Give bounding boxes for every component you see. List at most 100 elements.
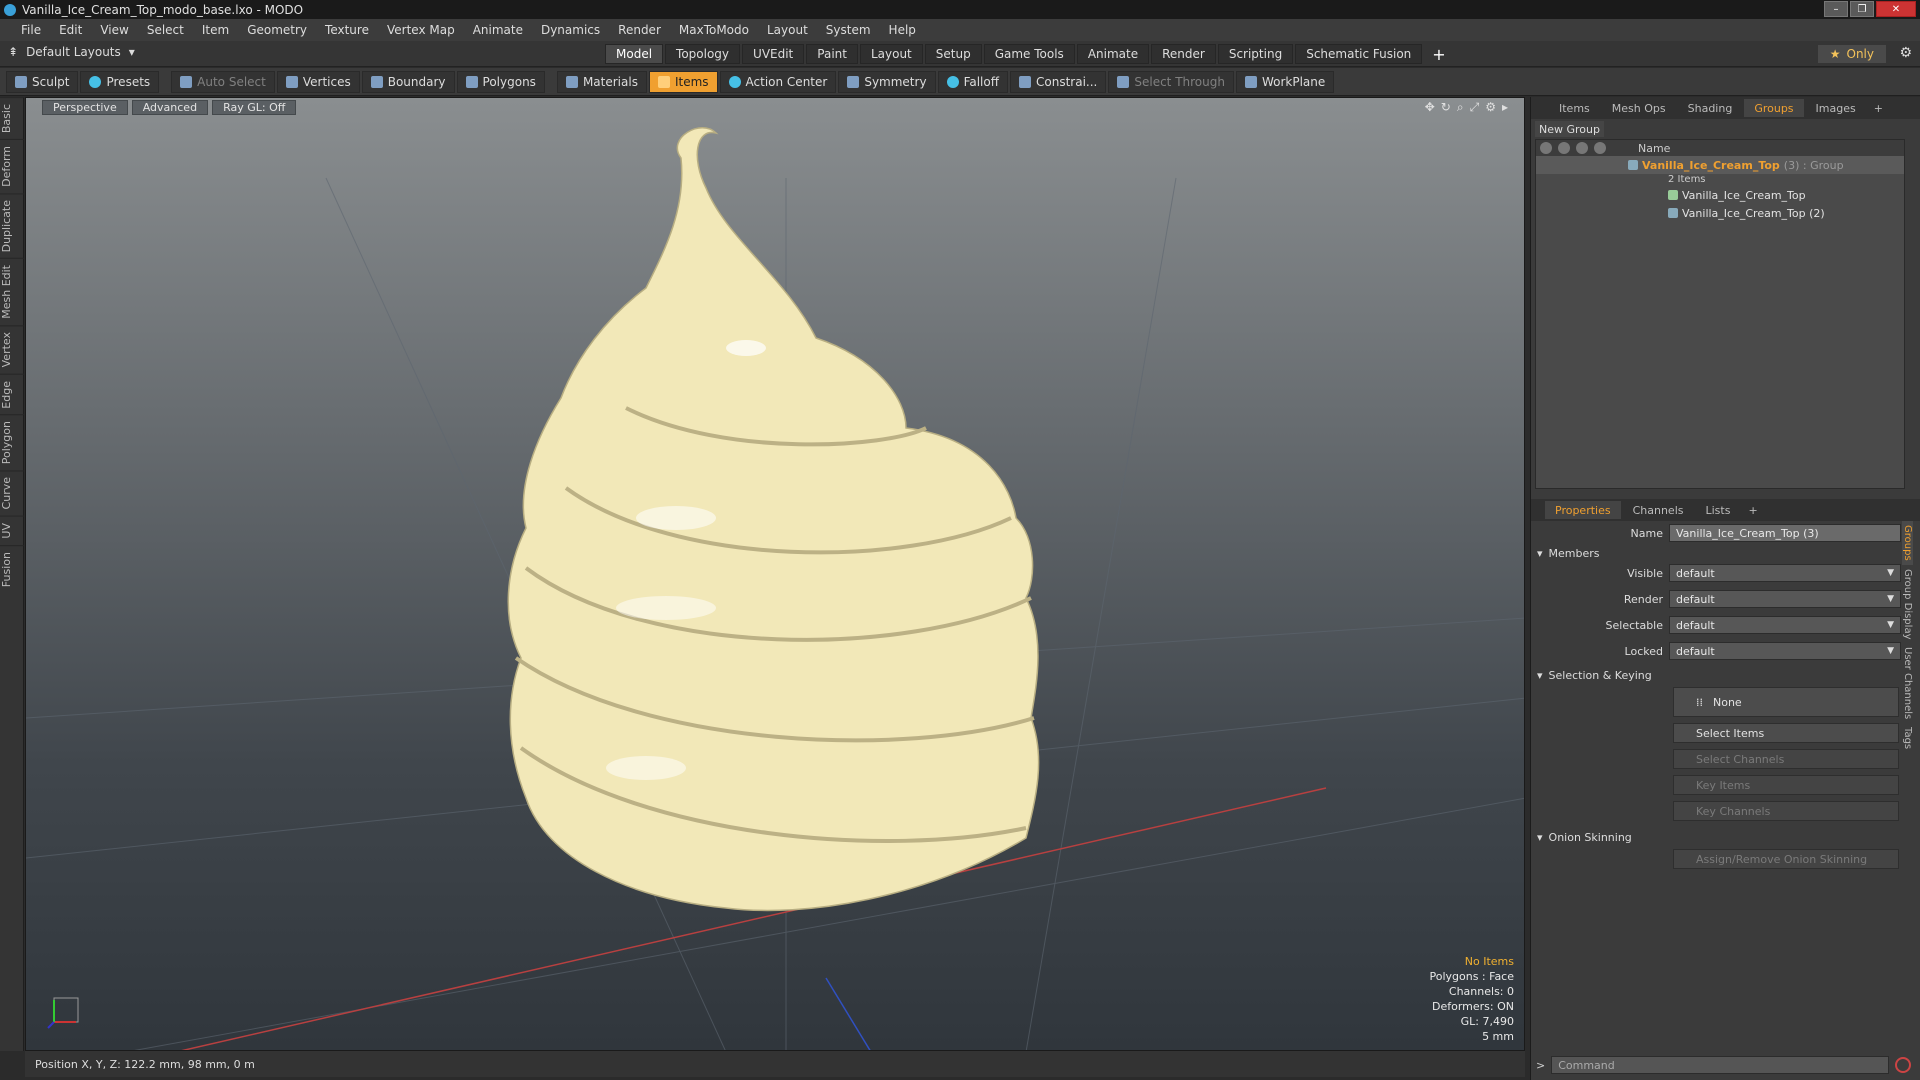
viewport-gear-icon[interactable]: ⚙ xyxy=(1485,100,1496,115)
tab-model[interactable]: Model xyxy=(605,44,664,64)
record-icon[interactable] xyxy=(1895,1057,1912,1073)
selectable-select[interactable]: default ▼ xyxy=(1669,616,1901,634)
sculpt-button[interactable]: Sculpt xyxy=(6,70,79,93)
symmetry-button[interactable]: Symmetry xyxy=(838,70,936,93)
add-tab-icon[interactable]: + xyxy=(1424,44,1453,64)
menu-animate[interactable]: Animate xyxy=(464,23,532,37)
list-item[interactable]: Vanilla_Ice_Cream_Top (2) xyxy=(1536,204,1904,222)
vtab-mesh-edit[interactable]: Mesh Edit xyxy=(0,258,24,326)
visibility-eye-icon[interactable] xyxy=(1540,142,1552,154)
expand-arrow-icon[interactable]: ▸ xyxy=(1502,100,1508,115)
menu-edit[interactable]: Edit xyxy=(50,23,91,37)
menu-system[interactable]: System xyxy=(817,23,880,37)
vtab-vertex[interactable]: Vertex xyxy=(0,325,24,374)
selection-keying-section[interactable]: ▾ Selection & Keying xyxy=(1537,667,1907,683)
add-properties-tab-icon[interactable]: + xyxy=(1742,504,1763,517)
menu-maxtomodo[interactable]: MaxToModo xyxy=(670,23,758,37)
menu-dynamics[interactable]: Dynamics xyxy=(532,23,609,37)
tab-mesh-ops[interactable]: Mesh Ops xyxy=(1602,99,1676,117)
tab-paint[interactable]: Paint xyxy=(806,44,858,64)
tab-schematic-fusion[interactable]: Schematic Fusion xyxy=(1295,44,1423,64)
vtab-edge[interactable]: Edge xyxy=(0,373,24,415)
action-center-button[interactable]: Action Center xyxy=(719,70,837,93)
boundary-button[interactable]: Boundary xyxy=(361,70,455,93)
group-row[interactable]: Vanilla_Ice_Cream_Top (3) : Group xyxy=(1536,156,1904,174)
tab-scripting[interactable]: Scripting xyxy=(1217,44,1294,64)
presets-button[interactable]: Presets xyxy=(80,70,160,93)
3d-viewport[interactable]: Perspective Advanced Ray GL: Off ✥ ↻ ⌕ ⤢… xyxy=(25,97,1525,1051)
layouts-dropdown[interactable]: ⇞ Default Layouts ▾ xyxy=(8,45,135,59)
minimize-icon[interactable]: – xyxy=(1824,1,1848,17)
tab-items[interactable]: Items xyxy=(1549,99,1600,117)
vtab-deform[interactable]: Deform xyxy=(0,139,24,194)
workplane-button[interactable]: WorkPlane xyxy=(1235,70,1335,93)
render-icon[interactable] xyxy=(1558,142,1570,154)
close-icon[interactable]: ✕ xyxy=(1876,1,1916,17)
add-panel-tab-icon[interactable]: + xyxy=(1868,102,1889,115)
restore-icon[interactable]: ❐ xyxy=(1850,1,1874,17)
visible-select[interactable]: default ▼ xyxy=(1669,564,1901,582)
key-channels-button[interactable]: Key Channels xyxy=(1673,801,1899,821)
falloff-button[interactable]: Falloff xyxy=(937,70,1008,93)
menu-vertex-map[interactable]: Vertex Map xyxy=(378,23,464,37)
polygons-button[interactable]: Polygons xyxy=(456,70,545,93)
tab-render[interactable]: Render xyxy=(1151,44,1216,64)
menu-help[interactable]: Help xyxy=(880,23,925,37)
new-group-button[interactable]: New Group xyxy=(1535,121,1604,137)
tab-game-tools[interactable]: Game Tools xyxy=(983,44,1075,64)
tab-groups[interactable]: Groups xyxy=(1744,99,1804,117)
vtab-uv[interactable]: UV xyxy=(0,515,24,545)
assign-onion-skinning-button[interactable]: Assign/Remove Onion Skinning xyxy=(1673,849,1899,869)
vtab-user-channels[interactable]: User Channels xyxy=(1902,643,1913,723)
vtab-group-display[interactable]: Group Display xyxy=(1902,565,1913,643)
select-through-button[interactable]: Select Through xyxy=(1108,70,1234,93)
fit-view-icon[interactable]: ⤢ xyxy=(1470,100,1480,115)
vertices-button[interactable]: Vertices xyxy=(276,70,360,93)
key-items-button[interactable]: Key Items xyxy=(1673,775,1899,795)
lock-icon[interactable] xyxy=(1576,142,1588,154)
locked-select[interactable]: default ▼ xyxy=(1669,642,1901,660)
menu-geometry[interactable]: Geometry xyxy=(238,23,316,37)
tab-properties[interactable]: Properties xyxy=(1545,501,1621,519)
raygl-button[interactable]: Ray GL: Off xyxy=(212,99,297,115)
constrain-button[interactable]: Constrai... xyxy=(1010,70,1107,93)
menu-layout[interactable]: Layout xyxy=(758,23,817,37)
onion-skinning-section[interactable]: ▾ Onion Skinning xyxy=(1537,829,1907,845)
menu-file[interactable]: File xyxy=(12,23,50,37)
tab-lists[interactable]: Lists xyxy=(1696,501,1741,519)
vtab-curve[interactable]: Curve xyxy=(0,470,24,516)
gear-icon[interactable]: ⚙ xyxy=(1899,45,1912,61)
only-button[interactable]: ★ Only xyxy=(1817,45,1886,63)
menu-texture[interactable]: Texture xyxy=(316,23,378,37)
select-channels-button[interactable]: Select Channels xyxy=(1673,749,1899,769)
rotate-view-icon[interactable]: ↻ xyxy=(1441,100,1451,115)
zoom-view-icon[interactable]: ⌕ xyxy=(1457,100,1464,115)
menu-render[interactable]: Render xyxy=(609,23,670,37)
list-item[interactable]: Vanilla_Ice_Cream_Top xyxy=(1536,186,1904,204)
tab-uvedit[interactable]: UVEdit xyxy=(742,44,805,64)
menu-view[interactable]: View xyxy=(91,23,137,37)
vtab-tags[interactable]: Tags xyxy=(1902,723,1913,753)
items-button[interactable]: Items xyxy=(648,70,718,93)
tab-shading[interactable]: Shading xyxy=(1678,99,1743,117)
tab-images[interactable]: Images xyxy=(1806,99,1866,117)
vtab-fusion[interactable]: Fusion xyxy=(0,544,24,593)
vtab-groups[interactable]: Groups xyxy=(1902,521,1913,565)
command-input[interactable]: Command xyxy=(1551,1056,1890,1074)
members-section[interactable]: ▾ Members xyxy=(1537,545,1907,561)
tab-channels[interactable]: Channels xyxy=(1623,501,1694,519)
advanced-button[interactable]: Advanced xyxy=(131,99,209,115)
menu-select[interactable]: Select xyxy=(138,23,193,37)
select-items-button[interactable]: Select Items xyxy=(1673,723,1899,743)
auto-select-button[interactable]: Auto Select xyxy=(171,70,275,93)
perspective-button[interactable]: Perspective xyxy=(42,99,128,115)
none-button[interactable]: ⁞⁞ None xyxy=(1673,687,1899,717)
menu-item[interactable]: Item xyxy=(193,23,238,37)
vtab-basic[interactable]: Basic xyxy=(0,97,24,140)
vtab-polygon[interactable]: Polygon xyxy=(0,414,24,471)
move-view-icon[interactable]: ✥ xyxy=(1425,100,1435,115)
select-icon[interactable] xyxy=(1594,142,1606,154)
tab-topology[interactable]: Topology xyxy=(665,44,741,64)
materials-button[interactable]: Materials xyxy=(556,70,647,93)
tab-layout[interactable]: Layout xyxy=(859,44,923,64)
